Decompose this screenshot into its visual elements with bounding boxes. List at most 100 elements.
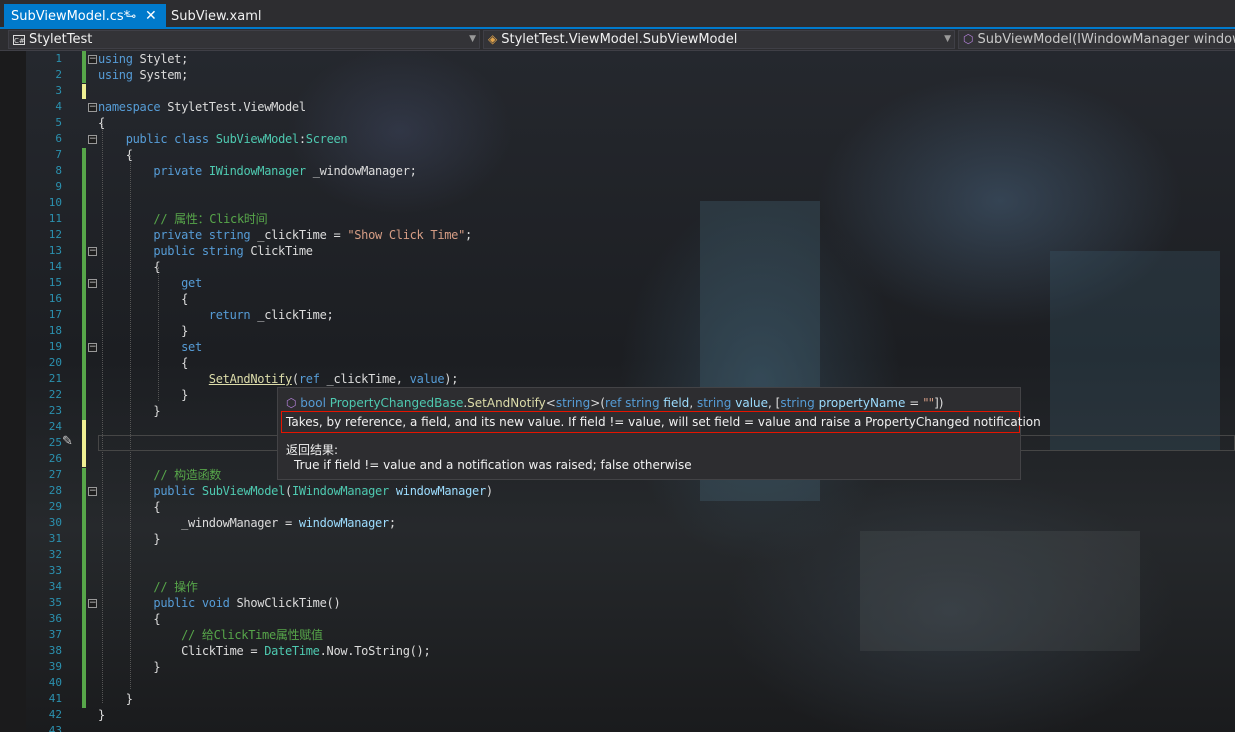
code-line[interactable]: ClickTime = DateTime.Now.ToString(); [98,643,493,659]
project-dropdown[interactable]: C# StyletTest ▼ [8,30,480,49]
code-line[interactable]: } [98,659,493,675]
line-number: 15 [48,276,62,289]
line-number: 31 [48,532,62,545]
code-token: : [298,132,306,146]
collapse-toggle[interactable]: − [88,279,97,288]
code-line[interactable]: { [98,115,493,131]
collapse-toggle[interactable]: − [88,103,97,112]
collapse-toggle[interactable]: − [88,487,97,496]
code-token: } [98,532,161,546]
change-marker-unsaved [82,420,86,467]
line-numbers: 1 2 3 4 5 6 7 8 9 10 11 12 13 14 15 16 17 18 19 20 21 22 23 24 2… [26,51,62,732]
line-number: 8 [55,164,62,177]
code-line[interactable] [98,723,493,732]
method-icon: ⬡ [963,32,974,46]
code-token: SubViewModel [215,132,299,146]
tab-label: SubView.xaml [171,9,262,24]
code-token: IWindowManager [208,164,306,178]
close-icon[interactable]: ✕ [145,4,157,29]
code-line[interactable] [98,563,493,579]
code-line[interactable] [98,195,493,211]
line-number: 11 [48,212,62,225]
code-line[interactable]: return _clickTime; [98,307,493,323]
line-number: 22 [48,388,62,401]
code-token: // 属性：Click时间 [153,212,268,226]
code-token: public class [125,132,209,146]
tab-label: SubViewModel.cs* [11,9,131,24]
code-token: SubViewModel [201,484,286,498]
code-line[interactable]: private IWindowManager _windowManager; [98,163,493,179]
collapse-toggle[interactable]: − [88,599,97,608]
code-line[interactable]: using System; [98,67,493,83]
code-token: ShowClickTime() [229,596,341,610]
code-token: private [153,164,202,178]
project-name: StyletTest [29,32,93,47]
line-number: 27 [48,468,62,481]
pin-icon[interactable]: ⊸ [126,4,136,29]
line-number: 13 [48,244,62,257]
code-line[interactable]: namespace StyletTest.ViewModel [98,99,493,115]
tab-subview-xaml[interactable]: SubView.xaml [166,4,266,29]
code-line[interactable]: public string ClickTime [98,243,493,259]
tab-subviewmodel-cs[interactable]: SubViewModel.cs* ⊸ ✕ [4,4,166,29]
code-line[interactable]: { [98,611,493,627]
code-line[interactable]: public SubViewModel(IWindowManager windo… [98,483,493,499]
code-line[interactable]: // 操作 [98,579,493,595]
code-token: _windowManager = [98,516,299,530]
code-line[interactable]: { [98,355,493,371]
code-token: private string [153,228,251,242]
code-token: } [98,708,105,722]
code-token: value [409,372,445,386]
code-line[interactable]: using Stylet; [98,51,493,67]
code-line[interactable]: } [98,531,493,547]
code-token: } [98,404,161,418]
code-line[interactable]: } [98,707,493,723]
code-line[interactable] [98,675,493,691]
collapse-toggle[interactable]: − [88,343,97,352]
code-line[interactable]: get [98,275,493,291]
code-token: public void [153,596,230,610]
code-line[interactable]: // 给ClickTime属性赋值 [98,627,493,643]
type-dropdown[interactable]: ◈ StyletTest.ViewModel.SubViewModel ▼ [483,30,955,49]
code-line[interactable]: public void ShowClickTime() [98,595,493,611]
change-marker-saved [82,148,86,420]
code-line[interactable]: { [98,147,493,163]
line-number: 12 [48,228,62,241]
code-line[interactable] [98,547,493,563]
line-number: 16 [48,292,62,305]
code-token: ; [465,228,472,242]
code-line[interactable]: { [98,259,493,275]
code-line[interactable]: { [98,499,493,515]
member-dropdown[interactable]: ⬡SubViewModel(IWindowManager windowManag… [958,30,1235,49]
code-token: IWindowManager [291,484,389,498]
line-number: 14 [48,260,62,273]
line-number: 3 [55,84,62,97]
code-line[interactable]: // 属性：Click时间 [98,211,493,227]
code-line[interactable]: SetAndNotify(ref _clickTime, value); [98,371,493,387]
code-token: { [98,500,161,514]
code-line[interactable]: private string _clickTime = "Show Click … [98,227,493,243]
code-line[interactable]: } [98,323,493,339]
code-line[interactable]: _windowManager = windowManager; [98,515,493,531]
csharp-project-icon: C# [13,34,25,45]
code-line[interactable]: } [98,691,493,707]
method-description: Takes, by reference, a field, and its ne… [281,411,1041,433]
line-number: 38 [48,644,62,657]
code-editor[interactable]: 1 2 3 4 5 6 7 8 9 10 11 12 13 14 15 16 17 18 19 20 21 22 23 24 2… [0,51,1235,732]
code-line[interactable]: public class SubViewModel:Screen [98,131,493,147]
collapse-toggle[interactable]: − [88,55,97,64]
code-line[interactable] [98,83,493,99]
signature-token: string [696,396,732,410]
collapse-toggle[interactable]: − [88,247,97,256]
class-icon: ◈ [488,32,498,46]
code-line[interactable]: set [98,339,493,355]
collapse-toggle[interactable]: − [88,135,97,144]
code-line[interactable] [98,179,493,195]
code-line[interactable]: { [98,291,493,307]
